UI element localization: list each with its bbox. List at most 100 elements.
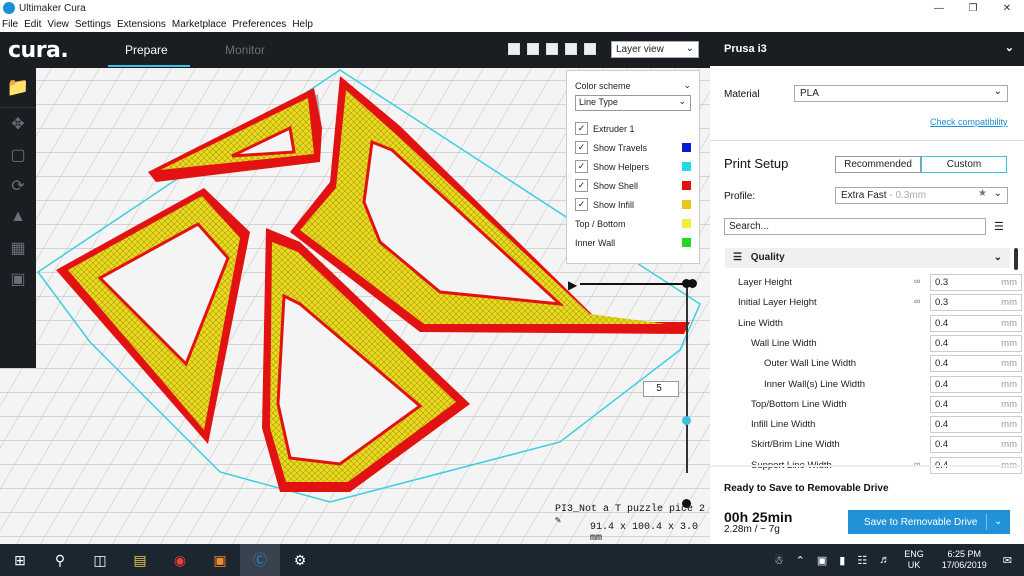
fusion-app-icon[interactable]: ▣ — [200, 544, 240, 576]
legend-color-swatch — [682, 238, 691, 247]
tab-prepare[interactable]: Prepare — [125, 43, 168, 57]
front-view-icon[interactable] — [527, 43, 539, 55]
per-model-settings-icon[interactable]: ▦ — [0, 232, 36, 263]
setting-value-input[interactable]: 0.3 mm — [930, 274, 1022, 291]
legend-checkbox[interactable]: ✓ — [575, 198, 588, 211]
setting-value-input[interactable]: 0.4 mm — [930, 375, 1022, 393]
profile-select[interactable]: Extra Fast - 0.3mm ★ ⌄ — [835, 187, 1008, 204]
open-file-icon[interactable]: 📁 — [0, 68, 36, 108]
windows-start-icon[interactable]: ⊞ — [0, 544, 40, 576]
view-mode-value: Layer view — [616, 44, 664, 55]
menu-edit[interactable]: Edit — [24, 19, 41, 30]
layer-slider[interactable] — [682, 279, 691, 508]
volume-icon[interactable]: ♬ — [879, 554, 890, 566]
save-to-drive-button[interactable]: Save to Removable Drive ⌄ — [848, 510, 1010, 534]
notification-icon[interactable]: ✉ — [1003, 554, 1012, 567]
clock[interactable]: 6:25 PM 17/06/2019 — [942, 549, 987, 571]
app-icon[interactable]: ⚙ — [280, 544, 320, 576]
print-setup-title: Print Setup — [724, 156, 789, 171]
printer-selector[interactable]: Prusa i3 ⌄ — [710, 32, 1024, 66]
recommended-mode-button[interactable]: Recommended — [835, 156, 921, 173]
setting-row: Inner Wall(s) Line Width 0.4 mm — [724, 375, 1022, 393]
custom-mode-button[interactable]: Custom — [921, 156, 1007, 173]
network-icon[interactable]: ☷ — [857, 554, 867, 567]
layer-progress-slider[interactable] — [580, 279, 697, 288]
menu-extensions[interactable]: Extensions — [117, 19, 166, 30]
settings-menu-icon[interactable]: ☰ — [994, 220, 1004, 233]
close-icon[interactable]: ✕ — [990, 0, 1024, 16]
support-blocker-icon[interactable]: ▣ — [0, 263, 36, 294]
settings-search-input[interactable]: Search... — [724, 218, 986, 235]
legend-item[interactable]: ✓ Show Travels — [575, 138, 691, 157]
setting-unit: mm — [1001, 358, 1017, 370]
pencil-icon[interactable]: ✎ — [555, 516, 561, 527]
setting-row: Layer Height ∞ 0.3 mm — [724, 274, 1022, 291]
material-select[interactable]: PLA ⌄ — [794, 85, 1008, 102]
link-icon[interactable]: ∞ — [914, 459, 920, 469]
legend-checkbox[interactable]: ✓ — [575, 122, 588, 135]
setting-value-input[interactable]: 0.4 mm — [930, 355, 1022, 373]
setting-value-input[interactable]: 0.3 mm — [930, 294, 1022, 312]
legend-checkbox[interactable]: ✓ — [575, 141, 588, 154]
legend-item[interactable]: ✓ Extruder 1 — [575, 119, 691, 138]
quality-section-header[interactable]: ☰ Quality ⌄ — [725, 248, 1010, 268]
people-icon[interactable]: ☃ — [774, 554, 784, 567]
setting-value-input[interactable]: 0.4 mm — [930, 334, 1022, 352]
setting-name: Skirt/Brim Line Width — [751, 439, 840, 451]
chevron-down-icon[interactable]: ⌄ — [994, 516, 1002, 527]
divider — [710, 140, 1024, 141]
setting-value-input[interactable]: 0.4 mm — [930, 314, 1022, 332]
settings-scrollbar[interactable] — [1014, 248, 1018, 270]
play-simulation-icon[interactable]: ▶ — [568, 278, 577, 292]
divider — [710, 465, 1024, 467]
right-view-icon[interactable] — [584, 43, 596, 55]
link-icon[interactable]: ∞ — [914, 276, 920, 286]
rotate-tool-icon[interactable]: ⟳ — [0, 170, 36, 201]
legend-color-swatch — [682, 219, 691, 228]
maximize-icon[interactable]: ❐ — [956, 0, 990, 16]
monitor-icon[interactable]: ▣ — [817, 554, 827, 567]
legend-item[interactable]: ✓ Show Shell — [575, 176, 691, 195]
layer-slider-top-handle[interactable] — [682, 279, 691, 288]
mirror-tool-icon[interactable]: ▲ — [0, 201, 36, 232]
minimize-icon[interactable]: — — [922, 0, 956, 16]
left-view-icon[interactable] — [565, 43, 577, 55]
menu-marketplace[interactable]: Marketplace — [172, 19, 226, 30]
setting-value-input[interactable]: 0.4 mm — [930, 436, 1022, 454]
star-icon[interactable]: ★ — [978, 188, 987, 199]
layer-slider-current-handle[interactable] — [682, 416, 691, 425]
setting-value-input[interactable]: 0.4 mm — [930, 416, 1022, 434]
search-icon[interactable]: ⚲ — [40, 544, 80, 576]
battery-icon[interactable]: ▮ — [839, 554, 845, 567]
color-scheme-select[interactable]: Line Type ⌄ — [575, 95, 691, 111]
chevron-down-icon[interactable]: ⌄ — [683, 80, 691, 91]
3d-view-icon[interactable] — [508, 43, 520, 55]
legend-item[interactable]: ✓ Show Infill — [575, 195, 691, 214]
language-indicator[interactable]: ENG UK — [904, 549, 924, 571]
move-tool-icon[interactable]: ✥ — [0, 108, 36, 139]
menu-file[interactable]: File — [2, 19, 18, 30]
chrome-icon[interactable]: ◉ — [160, 544, 200, 576]
file-explorer-icon[interactable]: ▤ — [120, 544, 160, 576]
scale-tool-icon[interactable]: ▢ — [0, 139, 36, 170]
legend-checkbox[interactable]: ✓ — [575, 179, 588, 192]
tab-monitor[interactable]: Monitor — [225, 43, 265, 57]
link-icon[interactable]: ∞ — [914, 296, 920, 306]
legend-checkbox[interactable]: ✓ — [575, 160, 588, 173]
menu-settings[interactable]: Settings — [75, 19, 111, 30]
top-view-icon[interactable] — [546, 43, 558, 55]
check-compatibility-link[interactable]: Check compatibility — [930, 117, 1008, 127]
menu-view[interactable]: View — [47, 19, 69, 30]
task-view-icon[interactable]: ◫ — [80, 544, 120, 576]
layer-number-input[interactable]: 5 — [643, 381, 679, 397]
view-mode-select[interactable]: Layer view ⌄ — [611, 41, 699, 58]
menu-preferences[interactable]: Preferences — [232, 19, 286, 30]
3d-viewport[interactable]: cura. Prepare Monitor Layer view ⌄ 📁 ✥ ▢… — [0, 32, 710, 544]
setting-value-input[interactable]: 0.4 mm — [930, 395, 1022, 413]
printer-name: Prusa i3 — [724, 43, 767, 55]
setting-row: Top/Bottom Line Width 0.4 mm — [724, 395, 1022, 413]
menu-help[interactable]: Help — [292, 19, 313, 30]
chevron-up-icon[interactable]: ⌃ — [796, 554, 805, 567]
legend-item[interactable]: ✓ Show Helpers — [575, 157, 691, 176]
cura-taskbar-icon[interactable]: Ⓒ — [240, 544, 280, 576]
